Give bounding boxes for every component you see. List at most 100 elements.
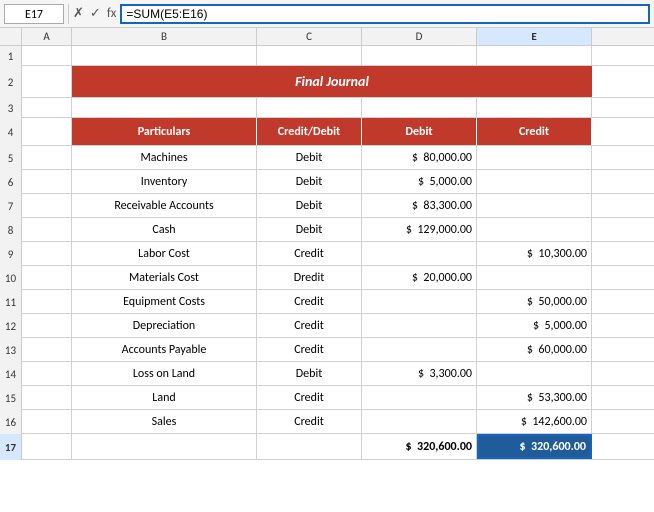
cell-a5[interactable] <box>22 146 72 169</box>
cancel-icon[interactable]: ✗ <box>73 6 84 21</box>
cell-b9[interactable]: Labor Cost <box>72 242 257 265</box>
col-header-b: B <box>72 28 257 45</box>
cell-a9[interactable] <box>22 242 72 265</box>
cell-a12[interactable] <box>22 314 72 337</box>
cell-a2[interactable] <box>22 66 72 97</box>
cell-a8[interactable] <box>22 218 72 241</box>
row-num-10: 10 <box>0 266 22 290</box>
cell-b8[interactable]: Cash <box>72 218 257 241</box>
cell-b11[interactable]: Equipment Costs <box>72 290 257 313</box>
cell-c9[interactable]: Credit <box>257 242 362 265</box>
cell-b5[interactable]: Machines <box>72 146 257 169</box>
cell-e3[interactable] <box>477 98 592 117</box>
cell-c3[interactable] <box>257 98 362 117</box>
cell-d1[interactable] <box>362 46 477 65</box>
cell-a4[interactable] <box>22 118 72 145</box>
column-headers: A B C D E <box>0 28 654 46</box>
cell-c14[interactable]: Debit <box>257 362 362 385</box>
cell-e9[interactable]: $ 10,300.00 <box>477 242 592 265</box>
cell-c10[interactable]: Dredit <box>257 266 362 289</box>
formula-icons: ✗ ✓ fx <box>73 6 116 21</box>
cell-e15[interactable]: $ 53,300.00 <box>477 386 592 409</box>
cell-d17-total[interactable]: $ 320,600.00 <box>362 434 477 459</box>
cell-b7[interactable]: Receivable Accounts <box>72 194 257 217</box>
cell-d3[interactable] <box>362 98 477 117</box>
cell-d9[interactable] <box>362 242 477 265</box>
header-credit: Credit <box>477 118 592 145</box>
row-num-1: 1 <box>0 46 22 66</box>
table-row: 3 <box>0 98 654 118</box>
cell-reference-box[interactable]: E17 <box>4 4 64 24</box>
col-header-c: C <box>257 28 362 45</box>
cell-a17[interactable] <box>22 434 72 459</box>
cell-e8[interactable] <box>477 218 592 241</box>
cell-c17[interactable] <box>257 434 362 459</box>
cell-e11[interactable]: $ 50,000.00 <box>477 290 592 313</box>
cell-c7[interactable]: Debit <box>257 194 362 217</box>
cell-e6[interactable] <box>477 170 592 193</box>
cell-d10[interactable]: $ 20,000.00 <box>362 266 477 289</box>
cell-c16[interactable]: Credit <box>257 410 362 433</box>
cell-b10[interactable]: Materials Cost <box>72 266 257 289</box>
cell-e17-total[interactable]: $ 320,600.00 <box>477 434 592 459</box>
cell-e14[interactable] <box>477 362 592 385</box>
cell-d12[interactable] <box>362 314 477 337</box>
cell-a1[interactable] <box>22 46 72 65</box>
row-num-17: 17 <box>0 434 22 460</box>
table-row: 4 Particulars Credit/Debit Debit Credit <box>0 118 654 146</box>
cell-d11[interactable] <box>362 290 477 313</box>
cell-e10[interactable] <box>477 266 592 289</box>
row-num-14: 14 <box>0 362 22 386</box>
table-row: 2 Final Journal <box>0 66 654 98</box>
cell-e1[interactable] <box>477 46 592 65</box>
spreadsheet: A B C D E 1 2 Final Journal 3 4 Particul… <box>0 28 654 512</box>
table-row: 6 Inventory Debit $ 5,000.00 <box>0 170 654 194</box>
cell-b3[interactable] <box>72 98 257 117</box>
cell-b15[interactable]: Land <box>72 386 257 409</box>
cell-a14[interactable] <box>22 362 72 385</box>
cell-a7[interactable] <box>22 194 72 217</box>
cell-b16[interactable]: Sales <box>72 410 257 433</box>
cell-d14[interactable]: $ 3,300.00 <box>362 362 477 385</box>
confirm-icon[interactable]: ✓ <box>90 6 101 21</box>
cell-a15[interactable] <box>22 386 72 409</box>
cell-a3[interactable] <box>22 98 72 117</box>
cell-c13[interactable]: Credit <box>257 338 362 361</box>
cell-e16[interactable]: $ 142,600.00 <box>477 410 592 433</box>
cell-c12[interactable]: Credit <box>257 314 362 337</box>
cell-d6[interactable]: $ 5,000.00 <box>362 170 477 193</box>
cell-c1[interactable] <box>257 46 362 65</box>
cell-d16[interactable] <box>362 410 477 433</box>
journal-title: Final Journal <box>76 73 588 90</box>
cell-c15[interactable]: Credit <box>257 386 362 409</box>
row-num-8: 8 <box>0 218 22 242</box>
cell-b14[interactable]: Loss on Land <box>72 362 257 385</box>
cell-a13[interactable] <box>22 338 72 361</box>
cell-c5[interactable]: Debit <box>257 146 362 169</box>
cell-b13[interactable]: Accounts Payable <box>72 338 257 361</box>
cell-c8[interactable]: Debit <box>257 218 362 241</box>
formula-input[interactable] <box>120 4 650 24</box>
row-num-16: 16 <box>0 410 22 434</box>
cell-d7[interactable]: $ 83,300.00 <box>362 194 477 217</box>
cell-e12[interactable]: $ 5,000.00 <box>477 314 592 337</box>
cell-e7[interactable] <box>477 194 592 217</box>
cell-d8[interactable]: $ 129,000.00 <box>362 218 477 241</box>
cell-d13[interactable] <box>362 338 477 361</box>
cell-c6[interactable]: Debit <box>257 170 362 193</box>
header-creditdebit: Credit/Debit <box>257 118 362 145</box>
cell-a6[interactable] <box>22 170 72 193</box>
cell-c11[interactable]: Credit <box>257 290 362 313</box>
cell-e5[interactable] <box>477 146 592 169</box>
cell-a16[interactable] <box>22 410 72 433</box>
cell-b12[interactable]: Depreciation <box>72 314 257 337</box>
cell-a10[interactable] <box>22 266 72 289</box>
cell-d5[interactable]: $ 80,000.00 <box>362 146 477 169</box>
cell-b1[interactable] <box>72 46 257 65</box>
corner-header <box>0 28 22 45</box>
cell-e13[interactable]: $ 60,000.00 <box>477 338 592 361</box>
cell-d15[interactable] <box>362 386 477 409</box>
cell-b17[interactable] <box>72 434 257 459</box>
cell-b6[interactable]: Inventory <box>72 170 257 193</box>
cell-a11[interactable] <box>22 290 72 313</box>
